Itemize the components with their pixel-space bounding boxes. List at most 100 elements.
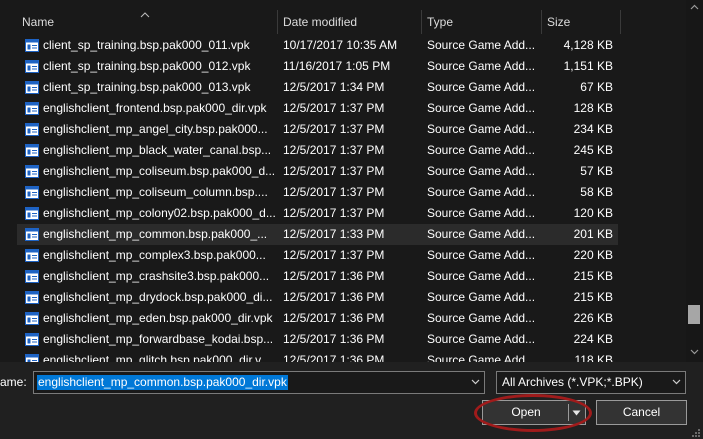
file-date: 12/5/2017 1:37 PM [283,206,385,220]
file-date: 11/16/2017 1:05 PM [283,59,391,73]
file-row[interactable]: englishclient_mp_forwardbase_kodai.bsp..… [17,329,618,350]
file-row[interactable]: client_sp_training.bsp.pak000_013.vpk 12/… [17,77,618,98]
vpk-file-icon [25,123,39,136]
open-button-label: Open [511,405,541,419]
vpk-file-icon [25,354,39,362]
file-type: Source Game Add... [427,248,536,262]
column-header-type[interactable]: Type [422,10,541,34]
file-name: englishclient_mp_colony02.bsp.pak000_d..… [43,206,276,220]
file-date: 12/5/2017 1:34 PM [283,80,385,94]
vpk-file-icon [25,81,39,94]
chevron-down-icon[interactable] [471,379,480,385]
file-row[interactable]: englishclient_mp_coliseum_column.bsp....… [17,182,618,203]
vpk-file-icon [25,270,39,283]
file-type: Source Game Add... [427,185,536,199]
vpk-file-icon [25,39,39,52]
vpk-file-icon [25,165,39,178]
file-size: 1,151 KB [563,59,613,73]
file-row[interactable]: englishclient_mp_glitch.bsp.pak000_dir.v… [17,350,618,362]
file-date: 12/5/2017 1:37 PM [283,248,385,262]
open-button[interactable]: Open [482,400,586,425]
file-size: 224 KB [573,332,613,346]
file-type-filter[interactable]: All Archives (*.VPK;*.BPK) [496,371,686,394]
vpk-file-icon [25,207,39,220]
file-date: 12/5/2017 1:36 PM [283,269,385,283]
file-row[interactable]: englishclient_mp_eden.bsp.pak000_dir.vpk… [17,308,618,329]
column-header-date[interactable]: Date modified [278,10,421,34]
vpk-file-icon [25,60,39,73]
file-type: Source Game Add... [427,332,536,346]
file-type: Source Game Add... [427,101,536,115]
file-date: 12/5/2017 1:37 PM [283,122,385,136]
file-size: 67 KB [580,80,613,94]
file-date: 12/5/2017 1:37 PM [283,185,385,199]
column-header-name[interactable]: Name [17,10,277,34]
file-type: Source Game Add... [427,206,536,220]
file-row[interactable]: englishclient_mp_black_water_canal.bsp..… [17,140,618,161]
file-name: englishclient_mp_eden.bsp.pak000_dir.vpk [43,311,273,325]
file-date: 12/5/2017 1:37 PM [283,164,385,178]
file-type: Source Game Add... [427,122,536,136]
file-date: 12/5/2017 1:37 PM [283,101,385,115]
file-type: Source Game Add... [427,38,536,52]
file-size: 57 KB [580,164,613,178]
filename-input[interactable]: englishclient_mp_common.bsp.pak000_dir.v… [33,371,485,394]
file-type: Source Game Add... [427,311,536,325]
file-name: englishclient_mp_black_water_canal.bsp..… [43,143,272,157]
file-name: englishclient_mp_crashsite3.bsp.pak000..… [43,269,270,283]
column-divider[interactable] [620,10,621,34]
vpk-file-icon [25,228,39,241]
file-row[interactable]: englishclient_mp_colony02.bsp.pak000_d..… [17,203,618,224]
file-size: 120 KB [573,206,613,220]
file-row[interactable]: englishclient_mp_crashsite3.bsp.pak000..… [17,266,618,287]
file-name: client_sp_training.bsp.pak000_013.vpk [43,80,251,94]
chevron-down-icon[interactable] [672,379,681,385]
vpk-file-icon [25,144,39,157]
file-name: englishclient_mp_glitch.bsp.pak000_dir.v… [43,353,271,362]
file-type: Source Game Add... [427,290,536,304]
resize-grip-icon[interactable] [691,428,701,438]
column-header-size[interactable]: Size [542,10,620,34]
file-date: 12/5/2017 1:36 PM [283,311,385,325]
filter-selected-value: All Archives (*.VPK;*.BPK) [502,375,643,389]
scrollbar-thumb[interactable] [688,305,700,324]
cancel-button[interactable]: Cancel [596,400,687,425]
column-header-bar: Name Date modified Type Size [0,10,686,34]
file-size: 4,128 KB [563,38,613,52]
file-size: 215 KB [573,269,613,283]
file-size: 245 KB [573,143,613,157]
file-type: Source Game Add... [427,353,536,362]
file-row[interactable]: englishclient_mp_coliseum.bsp.pak000_d..… [17,161,618,182]
file-size: 215 KB [573,290,613,304]
file-list[interactable]: Name Date modified Type Size client_sp_t… [0,0,686,362]
file-type: Source Game Add... [427,227,536,241]
file-size: 58 KB [580,185,613,199]
file-date: 10/17/2017 10:35 AM [283,38,398,52]
file-size: 201 KB [573,227,613,241]
file-name: englishclient_mp_forwardbase_kodai.bsp..… [43,332,274,346]
file-type: Source Game Add... [427,143,536,157]
file-row[interactable]: englishclient_mp_common.bsp.pak000_... 12… [17,224,618,245]
file-row[interactable]: englishclient_mp_drydock.bsp.pak000_di..… [17,287,618,308]
file-name: client_sp_training.bsp.pak000_011.vpk [43,38,250,52]
file-row[interactable]: englishclient_frontend.bsp.pak000_dir.vp… [17,98,618,119]
scroll-down-icon[interactable] [690,349,699,355]
file-row[interactable]: englishclient_mp_angel_city.bsp.pak000..… [17,119,618,140]
file-type: Source Game Add... [427,80,536,94]
file-size: 118 KB [574,353,613,362]
file-row[interactable]: client_sp_training.bsp.pak000_012.vpk 11/… [17,56,618,77]
file-row[interactable]: englishclient_mp_complex3.bsp.pak000... 1… [17,245,618,266]
vpk-file-icon [25,333,39,346]
file-name: englishclient_mp_drydock.bsp.pak000_di..… [43,290,273,304]
file-date: 12/5/2017 1:36 PM [283,353,385,362]
file-name: client_sp_training.bsp.pak000_012.vpk [43,59,251,73]
file-date: 12/5/2017 1:36 PM [283,332,385,346]
file-name: englishclient_frontend.bsp.pak000_dir.vp… [43,101,267,115]
file-date: 12/5/2017 1:36 PM [283,290,385,304]
file-name: englishclient_mp_common.bsp.pak000_... [43,227,268,241]
scroll-up-icon[interactable] [690,4,699,10]
vpk-file-icon [25,102,39,115]
file-row[interactable]: client_sp_training.bsp.pak000_011.vpk 10/… [17,35,618,56]
file-size: 234 KB [573,122,613,136]
dropdown-arrow-icon[interactable] [572,410,581,416]
